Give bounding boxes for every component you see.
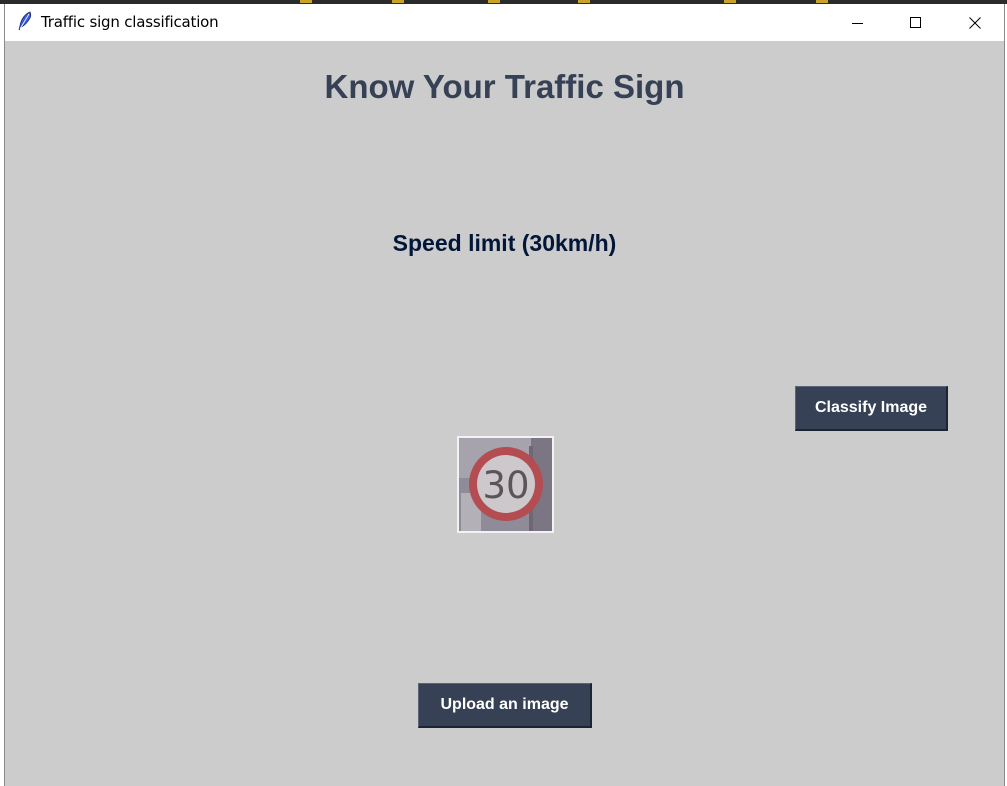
classify-image-button[interactable]: Classify Image [795,386,948,431]
speed-limit-sign-image: 30 [459,438,552,531]
desktop-mark [724,0,736,3]
desktop-mark [392,0,404,3]
sign-number: 30 [482,464,529,507]
window-title: Traffic sign classification [41,13,219,31]
upload-image-button[interactable]: Upload an image [418,683,592,728]
maximize-button[interactable] [887,4,945,41]
title-bar[interactable]: Traffic sign classification [5,4,1004,41]
desktop-mark [578,0,590,3]
minimize-icon [852,17,864,29]
desktop-mark [300,0,312,3]
maximize-icon [910,16,922,29]
classification-result: Speed limit (30km/h) [392,230,617,256]
desktop-mark [488,0,500,3]
desktop-mark [816,0,828,3]
page-heading: Know Your Traffic Sign [324,68,685,105]
close-button[interactable] [946,4,1004,41]
close-icon [969,16,981,29]
app-window: Traffic sign classification Know Your Tr… [4,4,1005,786]
uploaded-sign-image: 30 [457,436,554,533]
minimize-button[interactable] [829,4,887,41]
feather-icon [16,11,34,31]
